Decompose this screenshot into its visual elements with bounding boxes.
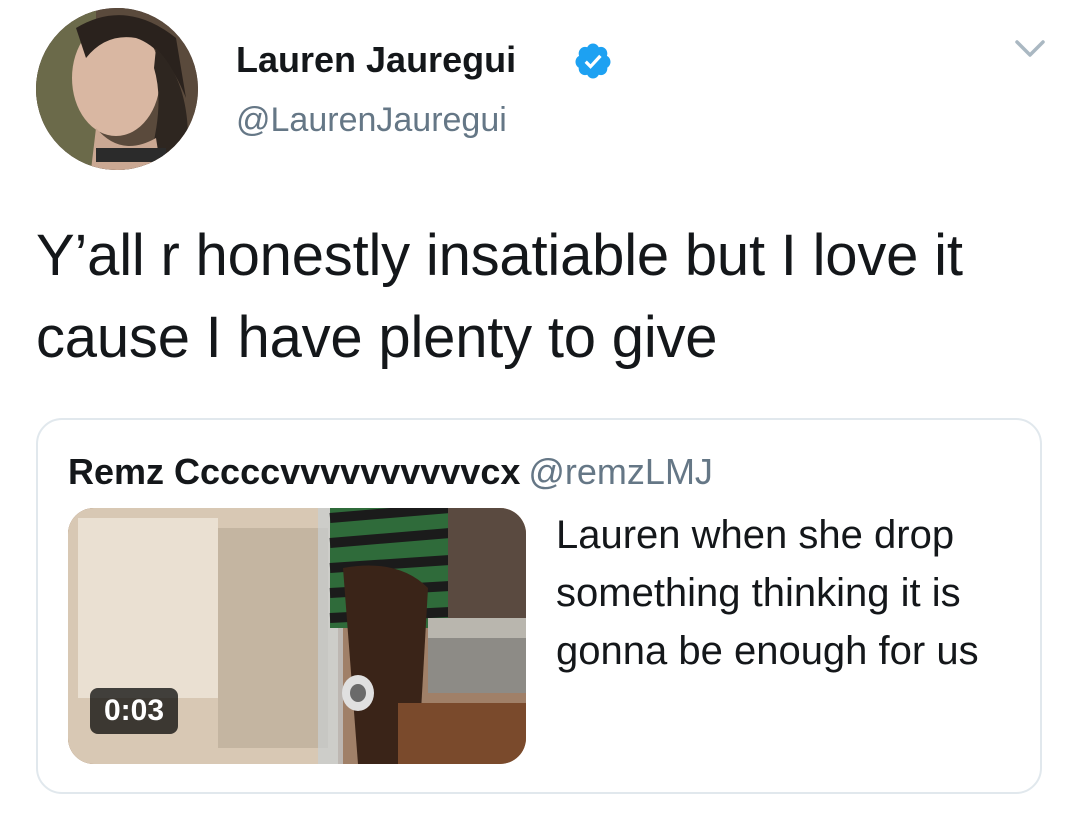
quoted-author-name: Remz Cccccvvvvvvvvvvcx — [68, 451, 521, 492]
quoted-tweet-header: Remz Cccccvvvvvvvvvvcx @remzLMJ — [68, 450, 713, 502]
author-handle[interactable]: @LaurenJauregui — [236, 100, 507, 140]
video-duration-badge: 0:03 — [90, 688, 179, 734]
chevron-down-icon[interactable] — [1014, 38, 1046, 60]
verified-badge-icon — [575, 43, 611, 79]
quoted-tweet-card[interactable]: Remz Cccccvvvvvvvvvvcx @remzLMJ 0:03 Laur… — [36, 418, 1042, 794]
avatar-photo — [36, 8, 198, 170]
quoted-author-handle: @remzLMJ — [528, 451, 713, 492]
author-avatar[interactable] — [36, 8, 198, 170]
video-thumbnail[interactable]: 0:03 — [68, 508, 526, 764]
quoted-tweet-text: Lauren when she drop something thinking … — [556, 513, 979, 673]
tweet-text: Y’all r honestly insatiable but I love i… — [36, 223, 963, 370]
author-display-name[interactable]: Lauren Jauregui — [236, 38, 516, 82]
